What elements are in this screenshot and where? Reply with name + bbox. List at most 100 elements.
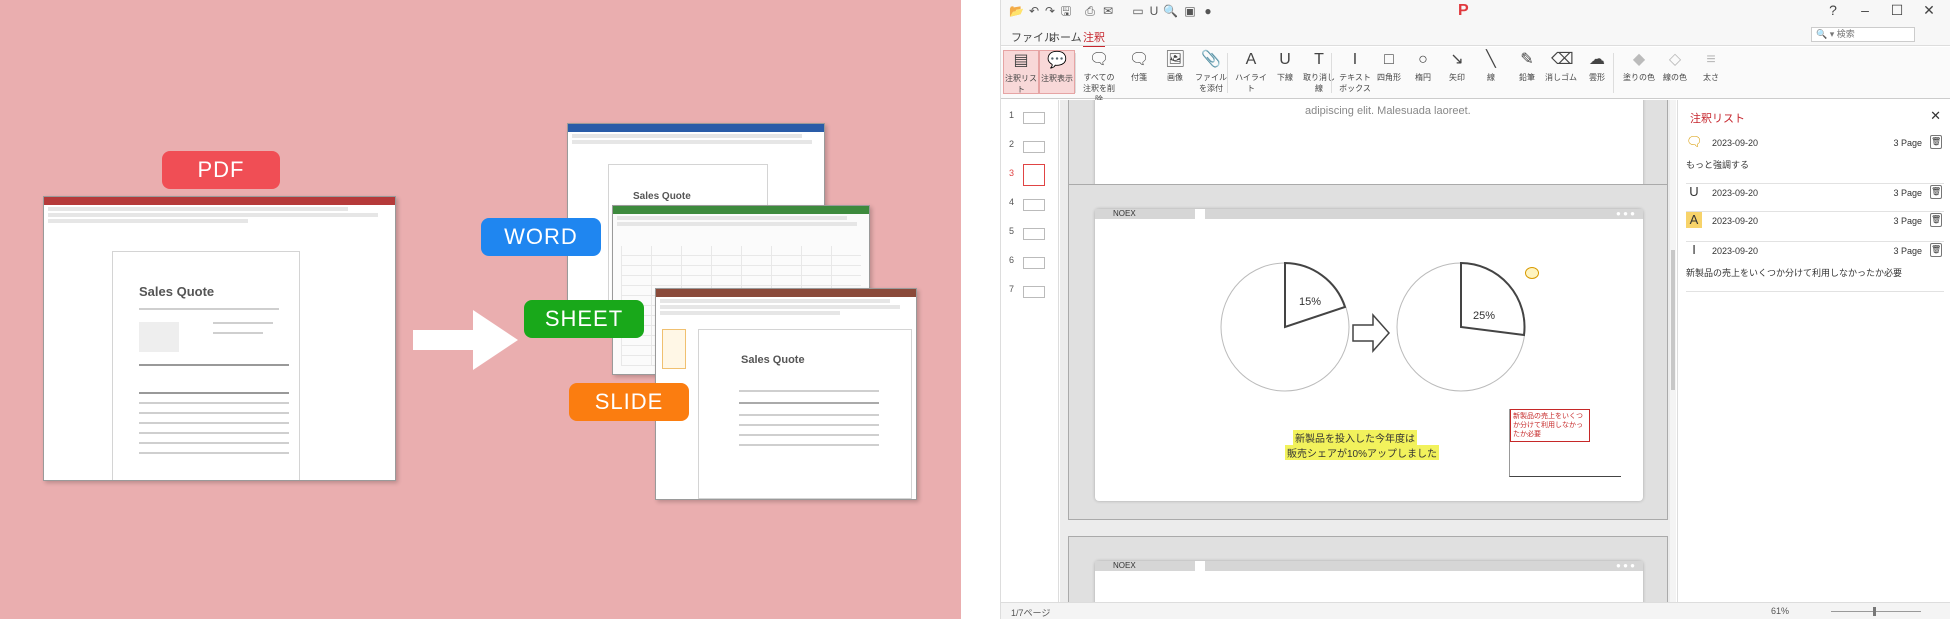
- annotation-list-panel: 注釈リスト ✕ 🗨 2023-09-20 3 Page 🗑 もっと強調する U 2023-0…: [1677, 100, 1950, 602]
- ribbon-separator: [1613, 53, 1614, 93]
- annotation-page: 3 Page: [1893, 138, 1922, 148]
- scrollbar-thumb[interactable]: [1671, 250, 1675, 390]
- delete-annotation-icon[interactable]: 🗑: [1930, 213, 1942, 227]
- page-thumbnail[interactable]: [1023, 257, 1045, 269]
- slide-badge: SLIDE: [569, 383, 689, 421]
- ribbon-label: 鉛筆: [1519, 73, 1535, 82]
- close-button[interactable]: ✕: [1913, 2, 1945, 19]
- page-thumbnail[interactable]: [1023, 164, 1045, 186]
- page-thumbnail[interactable]: [1023, 141, 1045, 153]
- cloud-icon: ☁: [1589, 51, 1605, 68]
- ribbon-button-rectangle[interactable]: □ 四角形: [1371, 50, 1407, 94]
- annotation-comment: もっと強調する: [1686, 160, 1750, 170]
- sticky-tool-icon[interactable]: ●: [1201, 4, 1215, 18]
- highlight-icon: A: [1245, 51, 1257, 68]
- zoom-slider-knob[interactable]: [1873, 607, 1876, 616]
- page-thumbnail[interactable]: [1023, 286, 1045, 298]
- panel-title: 注釈リスト: [1690, 113, 1745, 125]
- tab-home[interactable]: ホーム: [1049, 29, 1082, 45]
- minimize-button[interactable]: –: [1849, 2, 1881, 18]
- maximize-button[interactable]: ☐: [1881, 2, 1913, 19]
- ellipse-icon: ○: [1418, 51, 1428, 68]
- search-input[interactable]: 🔍 ▾ 検索: [1811, 27, 1915, 42]
- ribbon-label: 塗りの色: [1623, 73, 1655, 82]
- annotation-item[interactable]: 🗨 2023-09-20 3 Page 🗑 もっと強調する: [1686, 134, 1944, 184]
- annotation-list-icon: ▤: [1013, 52, 1029, 69]
- ribbon-button-cloud[interactable]: ☁ 雲形: [1579, 50, 1615, 94]
- annotation-item[interactable]: I 2023-09-20 3 Page 🗑 新製品の売上をいくつか分けて利用しなかったか…: [1686, 242, 1944, 292]
- ribbon-button-highlight[interactable]: A ハイライト: [1233, 50, 1269, 94]
- doc-title: Sales Quote: [741, 354, 805, 366]
- annotation-date: 2023-09-20: [1712, 216, 1759, 226]
- document-viewer[interactable]: adipiscing elit. Malesuada laoreet. NOEX…: [1060, 100, 1676, 602]
- select-icon[interactable]: ▭: [1131, 4, 1145, 18]
- annotation-item[interactable]: A 2023-09-20 3 Page 🗑: [1686, 212, 1944, 242]
- ribbon-button-annotation-show[interactable]: 💬 注釈表示: [1039, 50, 1075, 94]
- undo-icon[interactable]: ↶: [1027, 4, 1041, 18]
- delete-annotation-icon[interactable]: 🗑: [1930, 185, 1942, 199]
- ribbon-label: 下線: [1277, 73, 1293, 82]
- redo-icon[interactable]: ↷: [1043, 4, 1057, 18]
- page-thumbnails: 1 2 3 4 5 6 7: [1001, 100, 1059, 602]
- zoom-slider[interactable]: [1831, 611, 1921, 612]
- mail-icon[interactable]: ✉: [1101, 4, 1115, 18]
- status-bar: 1/7ページ 61%: [1001, 602, 1950, 619]
- print-icon[interactable]: ⎙: [1083, 4, 1097, 18]
- annotation-comment: 新製品の売上をいくつか分けて利用しなかったか必要: [1686, 268, 1903, 278]
- promo-panel: Sales Quote PDF Sales Quote Sales Quote …: [0, 0, 961, 619]
- ribbon-button-textbox[interactable]: I テキストボックス: [1337, 50, 1373, 94]
- sticky-note-marker-icon[interactable]: [1525, 267, 1539, 279]
- annotation-date: 2023-09-20: [1712, 246, 1759, 256]
- delete-annotation-icon[interactable]: 🗑: [1930, 243, 1942, 257]
- viewer-scrollbar[interactable]: [1670, 100, 1676, 602]
- page-thumbnail[interactable]: [1023, 112, 1045, 124]
- ribbon-button-line-color[interactable]: ◇ 線の色: [1657, 50, 1693, 94]
- annotation-show-icon: 💬: [1047, 52, 1067, 69]
- pie-chart-right: 25%: [1396, 261, 1526, 392]
- highlighted-text-2[interactable]: 販売シェアが10%アップしました: [1285, 445, 1440, 460]
- ribbon-label: 四角形: [1377, 73, 1401, 82]
- ribbon-button-arrow[interactable]: ↘ 矢印: [1439, 50, 1475, 94]
- sticky-note-icon: 🗨: [1686, 134, 1703, 149]
- page-thumbnail[interactable]: [1023, 228, 1045, 240]
- page-thumbnail[interactable]: [1023, 199, 1045, 211]
- image-tool-icon[interactable]: ▣: [1183, 4, 1197, 18]
- help-button[interactable]: ?: [1817, 2, 1849, 18]
- ribbon-button-delete-all-annotations[interactable]: 🗨すべての注釈を削除: [1081, 50, 1117, 104]
- ribbon-button-attach-file[interactable]: 📎 ファイルを添付: [1193, 50, 1229, 94]
- ribbon-button-pencil[interactable]: ✎ 鉛筆: [1509, 50, 1545, 94]
- panel-close-button[interactable]: ✕: [1930, 108, 1941, 124]
- thumbnail-number: 4: [1009, 197, 1015, 207]
- text-callout-box[interactable]: 新製品の売上をいくつか分けて利用しなかったか必要: [1509, 409, 1621, 477]
- pie-right-label: 25%: [1473, 310, 1495, 322]
- ribbon-button-annotation-list[interactable]: ▤ 注釈リスト: [1003, 50, 1039, 94]
- zoom-level: 61%: [1771, 606, 1790, 616]
- ribbon-button-line[interactable]: ╲ 線: [1473, 50, 1509, 94]
- ribbon-button-line-width[interactable]: ≡ 太さ: [1693, 50, 1729, 94]
- slide-window-dots: ● ● ●: [1616, 561, 1635, 570]
- ribbon-label: 画像: [1167, 73, 1183, 82]
- ribbon-label: 付箋: [1131, 73, 1147, 82]
- delete-annotation-icon[interactable]: 🗑: [1930, 135, 1942, 149]
- callout-text: 新製品の売上をいくつか分けて利用しなかったか必要: [1510, 409, 1590, 442]
- word-badge: WORD: [481, 218, 601, 256]
- delete-all-annotations-icon: 🗨: [1089, 51, 1110, 68]
- ribbon-button-fill-color[interactable]: ◆ 塗りの色: [1621, 50, 1657, 94]
- ribbon-button-image[interactable]: 🖼 画像: [1157, 50, 1193, 94]
- zoom-icon[interactable]: 🔍: [1163, 4, 1178, 18]
- ribbon-button-ellipse[interactable]: ○ 楕円: [1405, 50, 1441, 94]
- highlighted-text-1[interactable]: 新製品を投入した今年度は: [1293, 430, 1417, 445]
- search-placeholder: 検索: [1836, 29, 1855, 39]
- slide-app-window: Sales Quote: [655, 288, 917, 500]
- annotation-date: 2023-09-20: [1712, 138, 1759, 148]
- tab-annotation[interactable]: 注釈: [1083, 29, 1105, 48]
- ribbon-separator: [1331, 53, 1332, 93]
- slide-brand: NOEX: [1113, 561, 1136, 570]
- open-folder-icon[interactable]: 📂: [1009, 4, 1024, 18]
- ribbon-button-sticky-note[interactable]: 🗨 付箋: [1121, 50, 1157, 94]
- ribbon-button-underline[interactable]: U 下線: [1267, 50, 1303, 94]
- underline-tool-icon[interactable]: U: [1147, 4, 1161, 18]
- save-icon[interactable]: 🖫: [1059, 4, 1073, 18]
- annotation-item[interactable]: U 2023-09-20 3 Page 🗑: [1686, 184, 1944, 212]
- ribbon-button-eraser[interactable]: ⌫ 消しゴム: [1543, 50, 1579, 94]
